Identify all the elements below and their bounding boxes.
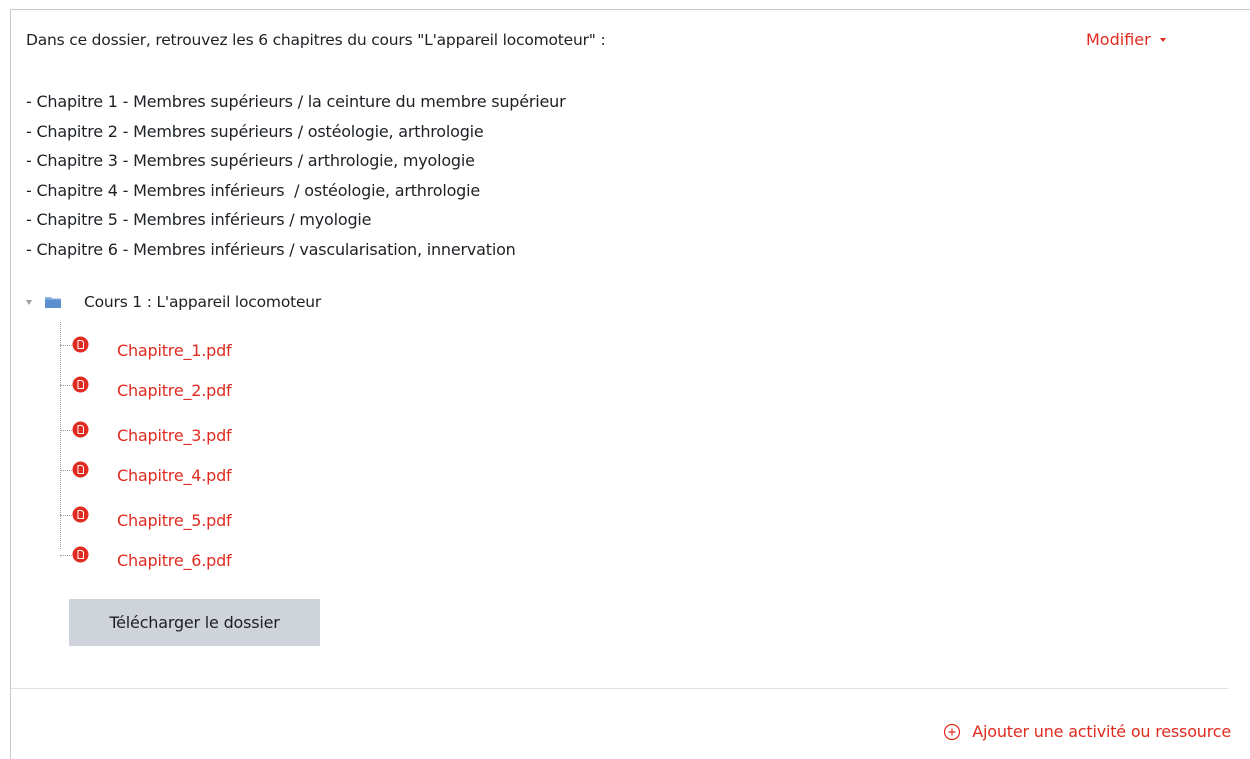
folder-name: Cours 1 : L'appareil locomoteur	[84, 293, 322, 311]
chapter-list: - Chapitre 1 - Membres supérieurs / la c…	[26, 87, 566, 264]
file-link[interactable]: Chapitre_5.pdf	[117, 511, 232, 530]
file-item-chapitre-1[interactable]: Chapitre_1.pdf	[60, 336, 232, 363]
chapter-line: - Chapitre 4 - Membres inférieurs / osté…	[26, 180, 481, 200]
file-link[interactable]: Chapitre_2.pdf	[117, 381, 232, 400]
add-activity-label: Ajouter une activité ou ressource	[972, 722, 1231, 741]
pdf-icon	[72, 336, 89, 352]
file-link[interactable]: Chapitre_3.pdf	[117, 426, 232, 445]
folder-icon	[45, 297, 61, 308]
edit-menu-label: Modifier	[1086, 30, 1151, 49]
chapter-line: - Chapitre 3 - Membres supérieurs / arth…	[26, 151, 475, 170]
file-link[interactable]: Chapitre_1.pdf	[117, 341, 232, 360]
file-item-chapitre-4[interactable]: Chapitre_4.pdf	[60, 461, 232, 488]
pdf-icon	[72, 546, 89, 562]
tree-collapse-icon[interactable]	[26, 299, 32, 305]
file-item-chapitre-3[interactable]: Chapitre_3.pdf	[60, 421, 232, 448]
chapter-line: - Chapitre 2 - Membres supérieurs / osté…	[26, 121, 484, 141]
file-link[interactable]: Chapitre_4.pdf	[117, 466, 232, 485]
divider	[11, 688, 1228, 689]
edit-menu-button[interactable]: Modifier	[1086, 30, 1166, 49]
plus-circle-icon	[944, 723, 961, 740]
caret-down-icon	[1159, 37, 1166, 42]
pdf-icon	[72, 506, 89, 522]
folder-tree-root[interactable]: Cours 1 : L'appareil locomoteur	[26, 293, 321, 311]
chapter-line: - Chapitre 1 - Membres supérieurs / la c…	[26, 92, 566, 111]
file-link[interactable]: Chapitre_6.pdf	[117, 551, 232, 570]
pdf-icon	[72, 421, 89, 437]
section-summary: Dans ce dossier, retrouvez les 6 chapitr…	[26, 31, 606, 49]
pdf-icon	[72, 461, 89, 477]
file-item-chapitre-5[interactable]: Chapitre_5.pdf	[60, 506, 232, 533]
download-folder-button[interactable]: Télécharger le dossier	[69, 599, 320, 646]
add-activity-button[interactable]: Ajouter une activité ou ressource	[943, 722, 1231, 741]
pdf-icon	[72, 376, 89, 392]
chapter-line: - Chapitre 6 - Membres inférieurs / vasc…	[26, 239, 516, 259]
file-item-chapitre-2[interactable]: Chapitre_2.pdf	[60, 376, 232, 403]
chapter-line: - Chapitre 5 - Membres inférieurs / myol…	[26, 210, 372, 229]
file-item-chapitre-6[interactable]: Chapitre_6.pdf	[60, 546, 232, 573]
